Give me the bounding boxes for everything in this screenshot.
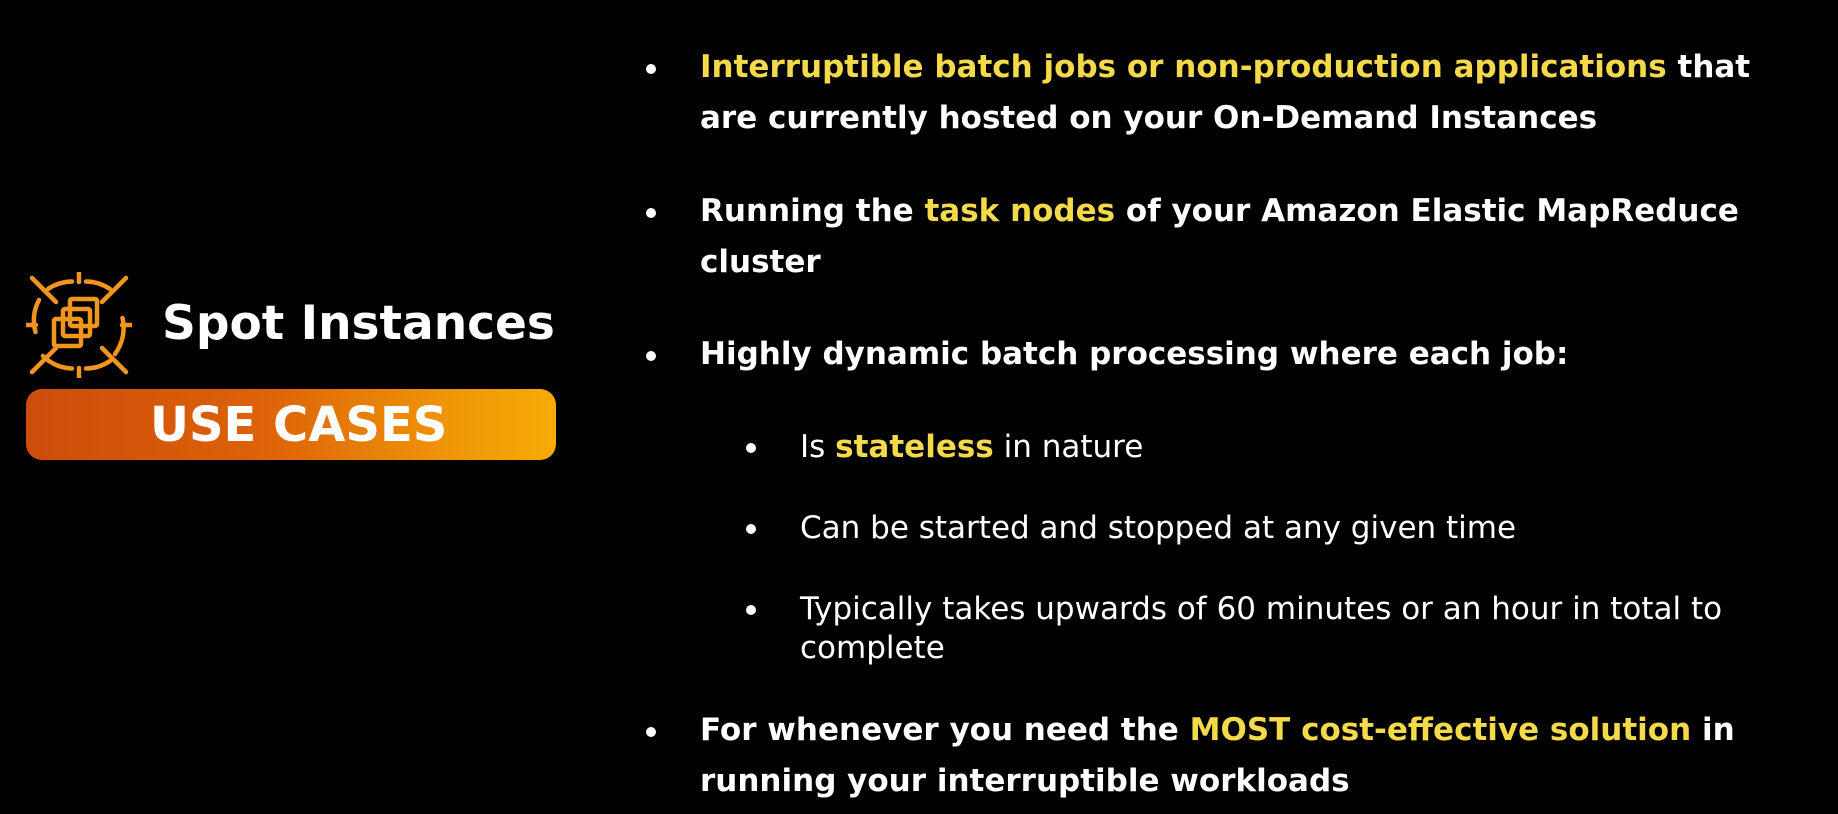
text-line: Typically takes upwards of 60 minutes or… (800, 591, 1723, 627)
spot-instance-icon (26, 272, 132, 378)
bullet-text: For whenever you need the MOST cost-effe… (700, 705, 1735, 807)
text-segment: in (1691, 712, 1735, 748)
page-title: Spot Instances (162, 296, 555, 351)
text-segment: Running the (700, 193, 925, 229)
sub-bullet-text: Is stateless in nature (800, 428, 1143, 467)
text-line: complete (800, 630, 945, 666)
bullet-dot (646, 351, 656, 361)
text-line: are currently hosted on your On-Demand I… (700, 100, 1598, 136)
bullet-dot (646, 208, 656, 218)
text-segment: Is (800, 429, 836, 465)
bullet-dot (646, 727, 656, 737)
text-segment: For whenever you need the (700, 712, 1190, 748)
sub-bullet-text: Can be started and stopped at any given … (800, 510, 1517, 546)
text-segment: of your Amazon Elastic MapReduce (1115, 193, 1739, 229)
highlight-text: task nodes (924, 193, 1116, 229)
text-segment: in nature (993, 429, 1144, 465)
text-segment: that (1666, 49, 1751, 85)
bullet-text: Interruptible batch jobs or non-producti… (700, 42, 1750, 144)
highlight-text: MOST cost-effective solution (1189, 712, 1692, 748)
bullet-text: Highly dynamic batch processing where ea… (700, 336, 1569, 372)
use-cases-banner: USE CASES (26, 389, 556, 460)
bullet-dot (746, 443, 756, 453)
sub-bullet-text: Typically takes upwards of 60 minutes or… (800, 590, 1722, 668)
text-line: cluster (700, 244, 821, 280)
bullet-text: Running the task nodes of your Amazon El… (700, 186, 1739, 288)
bullet-dot (746, 524, 756, 534)
bullet-dot (646, 64, 656, 74)
use-cases-label: USE CASES (150, 397, 448, 453)
highlight-text: Interruptible batch jobs or non-producti… (700, 49, 1667, 85)
highlight-text: stateless (835, 429, 994, 465)
text-line: running your interruptible workloads (700, 763, 1350, 799)
bullet-dot (746, 605, 756, 615)
title-block: Spot Instances USE CASES (26, 272, 558, 462)
